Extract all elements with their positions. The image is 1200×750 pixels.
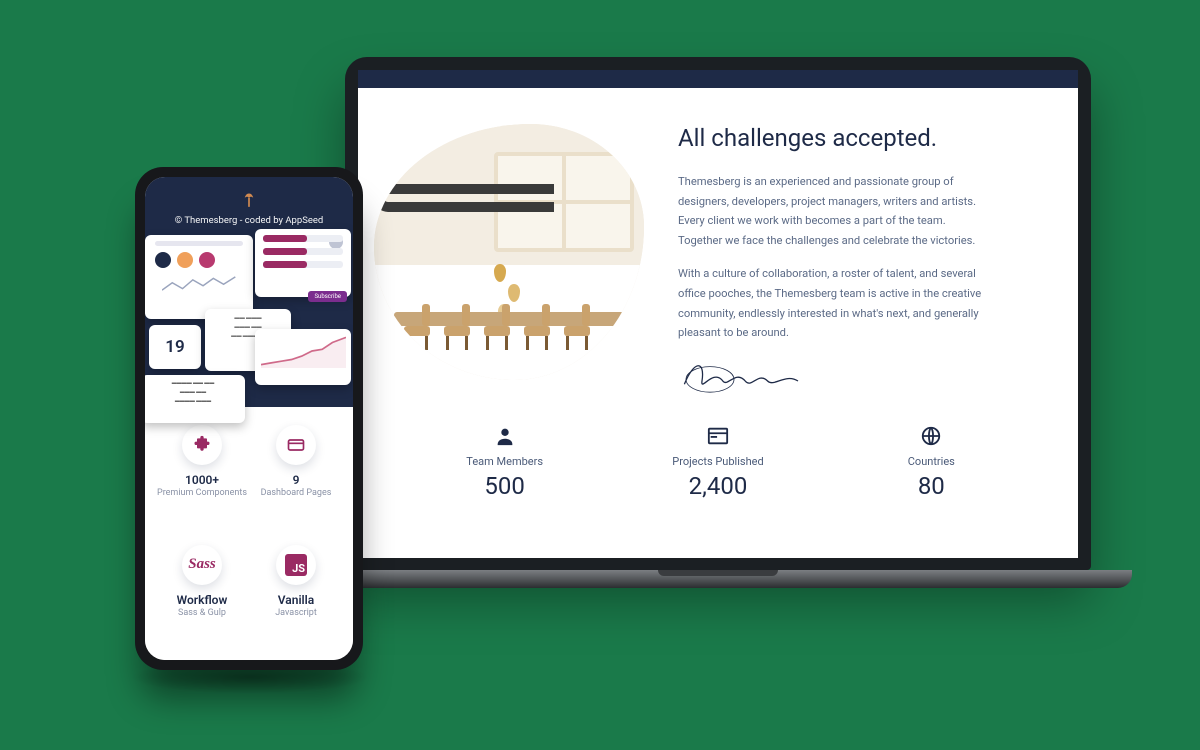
about-heading: All challenges accepted. [678,124,1026,152]
feature-title: Vanilla [249,593,343,607]
stat-label: Countries [851,455,1011,468]
phone-mockup: © Themesberg - coded by AppSeed Jane S. … [135,167,363,670]
collage-card-list: ▬▬▬▬ ▬▬ ▬▬▬▬▬ ▬▬▬▬▬▬ ▬▬▬ [145,375,245,423]
phone-hero: © Themesberg - coded by AppSeed Jane S. … [145,177,353,407]
collage-card-number: 19 [149,325,201,369]
collage-big-number: 19 [165,337,184,357]
collage-card-profile: Jane S. Subscribe [255,229,351,297]
laptop-base [304,570,1132,588]
stat-value: 500 [425,472,585,500]
js-icon: JS [276,545,316,585]
stat-team-members: Team Members 500 [425,423,585,500]
window-icon [638,423,798,449]
dashboard-collage: Jane S. Subscribe 19 ▬▬ ▬▬▬▬▬▬ ▬▬▬▬ ▬▬▬ … [145,229,353,431]
stat-value: 2,400 [638,472,798,500]
collage-card-growth [255,329,351,385]
feature-components: 1000+ Premium Components [155,425,249,535]
phone-credit: © Themesberg - coded by AppSeed [145,215,353,226]
feature-dashboard-pages: 9 Dashboard Pages [249,425,343,535]
laptop-screen: All challenges accepted. Themesberg is a… [358,70,1078,558]
stat-label: Team Members [425,455,585,468]
feature-workflow: Sass Workflow Sass & Gulp [155,545,249,655]
stat-projects: Projects Published 2,400 [638,423,798,500]
phone-features-grid: 1000+ Premium Components 9 Dashboard Pag… [145,407,353,660]
feature-subtitle: Javascript [249,608,343,618]
office-photo [374,124,644,380]
collage-card-chart [145,235,253,319]
themesberg-logo-icon [239,191,259,211]
subscribe-pill[interactable]: Subscribe [308,291,347,302]
about-image [374,124,644,392]
signature-icon [678,357,1026,397]
feature-subtitle: Dashboard Pages [249,488,343,498]
about-copy: All challenges accepted. Themesberg is a… [678,124,1026,397]
card-icon [276,425,316,465]
about-paragraph-1: Themesberg is an experienced and passion… [678,172,988,250]
feature-vanilla: JS Vanilla Javascript [249,545,343,655]
stat-countries: Countries 80 [851,423,1011,500]
sass-icon: Sass [182,545,222,585]
puzzle-icon [182,425,222,465]
laptop-mockup: All challenges accepted. Themesberg is a… [304,57,1132,639]
feature-subtitle: Sass & Gulp [155,608,249,618]
about-section: All challenges accepted. Themesberg is a… [358,88,1078,413]
laptop-page-topbar [358,70,1078,88]
feature-title: 9 [249,473,343,487]
stat-label: Projects Published [638,455,798,468]
stats-row: Team Members 500 Projects Published 2,40… [358,413,1078,500]
phone-screen: © Themesberg - coded by AppSeed Jane S. … [145,177,353,660]
stat-value: 80 [851,472,1011,500]
user-icon [425,423,585,449]
feature-subtitle: Premium Components [155,488,249,498]
feature-title: 1000+ [155,473,249,487]
feature-title: Workflow [155,593,249,607]
globe-icon [851,423,1011,449]
about-paragraph-2: With a culture of collaboration, a roste… [678,264,988,342]
